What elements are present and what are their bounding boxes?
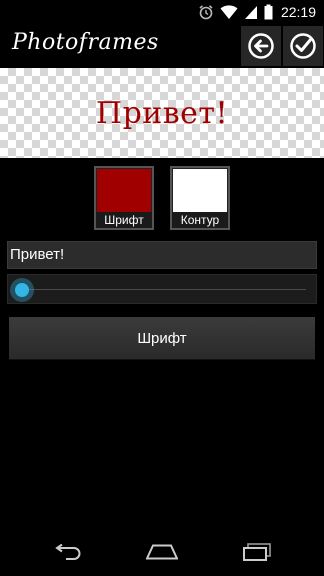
wifi-icon [220,5,238,19]
nav-home-button[interactable] [142,538,182,566]
text-preview: Привет! [0,68,324,158]
recent-apps-icon [243,543,271,561]
outline-color-swatch[interactable]: Контур [170,166,230,230]
outline-color-label: Контур [172,212,228,228]
font-button[interactable]: Шрифт [9,317,315,360]
navigation-bar [0,528,324,576]
status-icons: 22:19 [198,2,316,22]
status-bar: 22:19 [0,0,324,24]
back-button[interactable] [241,26,281,66]
text-input[interactable]: Привет! [7,241,317,269]
status-time: 22:19 [280,4,316,20]
confirm-button[interactable] [283,26,323,66]
alarm-icon [199,5,213,20]
size-slider[interactable] [7,274,317,304]
nav-recent-apps-button[interactable] [237,538,277,566]
nav-back-button[interactable] [47,538,87,566]
slider-thumb[interactable] [10,278,34,302]
font-color-fill [97,169,151,214]
action-bar: Photoframes [0,24,324,68]
battery-icon [264,4,273,20]
home-icon [146,544,178,560]
app-title: Photoframes [12,30,159,55]
font-color-label: Шрифт [96,212,152,228]
back-arrow-icon [55,544,81,560]
cell-signal-icon [244,6,257,19]
font-color-swatch[interactable]: Шрифт [94,166,154,230]
outline-color-fill [173,169,227,214]
check-circle-icon [290,33,316,59]
preview-text: Привет! [95,95,229,131]
slider-track [22,289,306,290]
arrow-left-icon [248,33,274,59]
